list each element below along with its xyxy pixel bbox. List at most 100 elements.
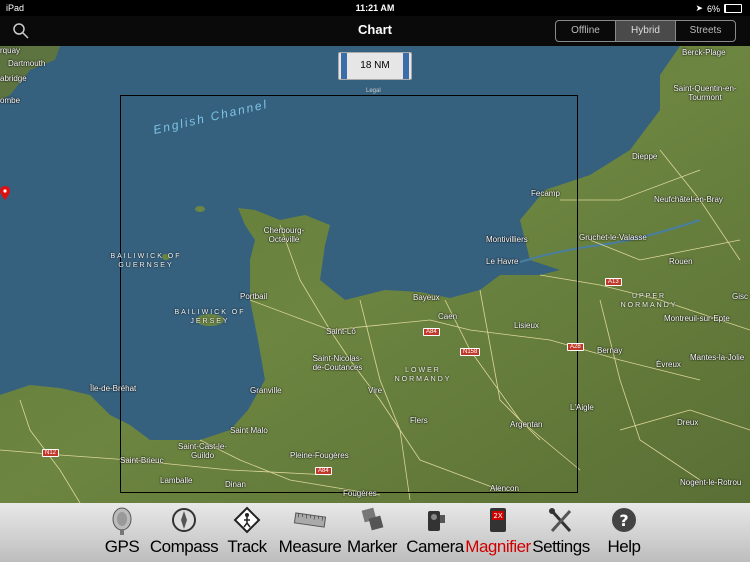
- place-label: Saint Malo: [230, 426, 268, 435]
- status-bar: iPad 11:21 AM ➤ 6%: [0, 0, 750, 16]
- place-label: Montreuil-sur-Epte: [664, 314, 730, 323]
- gps-button[interactable]: GPS: [104, 503, 140, 562]
- place-label: Fecamp: [531, 189, 560, 198]
- place-label: Nogent-le-Rotrou: [680, 478, 742, 487]
- place-label: Île-de-Bréhat: [90, 384, 137, 393]
- gps-label: GPS: [104, 537, 140, 556]
- place-label: ombe: [0, 96, 21, 105]
- place-label: Portbail: [240, 292, 268, 301]
- road-shield: N12: [42, 449, 60, 457]
- place-label: Alencon: [490, 484, 519, 493]
- region-upper-normandy: UPPER NORMANDY: [620, 293, 678, 309]
- region-label: LOWER NORMANDY: [388, 366, 458, 384]
- road-shield: A84: [315, 467, 332, 475]
- place-label: Fougères: [343, 489, 377, 498]
- place-label: Gruchet-le-Valasse: [579, 233, 647, 242]
- place-label: Cherbourg-Octeville: [263, 226, 305, 244]
- camera-label: Camera: [406, 537, 464, 556]
- status-time: 11:21 AM: [355, 3, 395, 13]
- help-button[interactable]: ? Help: [604, 503, 644, 562]
- place-label: abridge: [0, 74, 27, 83]
- place-label: rquay: [0, 46, 21, 55]
- place-label: Bernay: [597, 346, 623, 355]
- measure-button[interactable]: Measure: [278, 503, 342, 562]
- battery-icon: [724, 4, 742, 13]
- track-button[interactable]: Track: [226, 503, 268, 562]
- legal-link[interactable]: Legal: [366, 88, 381, 94]
- marker-label: Marker: [347, 537, 397, 556]
- place-label: Saint-Cast-le-Guildo: [178, 442, 227, 460]
- compass-button[interactable]: Compass: [149, 503, 219, 562]
- road-shield: A28: [567, 343, 584, 351]
- place-label: Montivilliers: [486, 235, 528, 244]
- magnifier-button[interactable]: 2X Magnifier: [465, 503, 531, 562]
- help-icon: ?: [612, 508, 636, 532]
- place-label: Dieppe: [632, 152, 658, 161]
- place-label: Flers: [410, 416, 428, 425]
- place-label: Vire: [368, 386, 383, 395]
- region-guernsey: BAILIWICK OF GUERNSEY: [110, 253, 182, 269]
- place-label: Lamballe: [160, 476, 193, 485]
- place-label: Le Havre: [486, 257, 519, 266]
- track-label: Track: [227, 537, 267, 556]
- chart-frame: [120, 95, 578, 493]
- measure-label: Measure: [278, 537, 342, 556]
- magnifier-label: Magnifier: [465, 537, 531, 556]
- place-label: Bayeux: [413, 293, 440, 302]
- place-label: Argentan: [510, 420, 543, 429]
- place-label: Saint-Quentin-en-Tourmont: [673, 84, 737, 102]
- compass-icon: [172, 508, 196, 532]
- road-shield: A84: [423, 328, 440, 336]
- svg-text:?: ?: [619, 511, 628, 530]
- status-right: ➤ 6%: [695, 3, 742, 14]
- track-walker-icon: [233, 506, 261, 534]
- camera-button[interactable]: Camera: [406, 503, 464, 562]
- place-label: Dinan: [225, 480, 246, 489]
- compass-label: Compass: [149, 537, 219, 556]
- segment-hybrid[interactable]: Hybrid: [616, 21, 676, 41]
- place-label: Granville: [250, 386, 282, 395]
- place-label: Mantes-la-Jolie: [690, 353, 745, 362]
- camera-icon: [428, 511, 445, 531]
- segment-streets[interactable]: Streets: [676, 21, 735, 41]
- place-label: Berck-Plage: [682, 48, 726, 57]
- place-label: Dartmouth: [8, 59, 46, 68]
- marker-icon: [361, 507, 384, 531]
- place-label: Dreux: [677, 418, 699, 427]
- region-label: UPPER NORMANDY: [614, 292, 684, 310]
- battery-percent: 6%: [706, 3, 720, 14]
- settings-tools-icon: [549, 508, 572, 533]
- scale-label: 18 NM: [360, 60, 390, 71]
- settings-label: Settings: [532, 537, 590, 556]
- gps-satellite-dish-icon: [112, 507, 132, 535]
- road-shield: N158: [460, 348, 481, 356]
- place-label: Gisc: [732, 292, 748, 301]
- place-label: Saint-Lô: [326, 327, 356, 336]
- marker-button[interactable]: Marker: [346, 503, 398, 562]
- place-label: Rouen: [669, 257, 693, 266]
- region-lower-normandy: LOWER NORMANDY: [394, 367, 452, 383]
- segment-offline[interactable]: Offline: [556, 21, 616, 41]
- region-label: BAILIWICK OF GUERNSEY: [106, 252, 186, 270]
- place-label: Évreux: [656, 360, 681, 369]
- magnifier-2x-icon: 2X: [490, 508, 506, 532]
- map-pin-icon[interactable]: [0, 186, 10, 200]
- nav-bar: Chart Offline Hybrid Streets: [0, 16, 750, 46]
- place-label: Pleine-Fougères: [290, 451, 349, 460]
- scale-right-marker: [403, 53, 409, 79]
- place-label: Neufchâtel-en-Bray: [654, 195, 723, 204]
- place-label: Caen: [438, 312, 458, 321]
- svg-text:2X: 2X: [493, 512, 502, 520]
- place-label: Saint-Brieuc: [120, 456, 164, 465]
- location-icon: ➤: [695, 3, 703, 13]
- map-view[interactable]: 18 NM Legal English Channel rquay Dartmo…: [0, 46, 750, 503]
- settings-button[interactable]: Settings: [530, 503, 592, 562]
- place-label: L'Aigle: [570, 403, 594, 412]
- help-label: Help: [607, 537, 641, 556]
- region-jersey: BAILIWICK OF JERSEY: [174, 309, 246, 325]
- place-label: Saint-Nicolas-de-Coutances: [312, 354, 363, 372]
- ruler-icon: [293, 512, 327, 528]
- bottom-toolbar: GPS Compass Track Measure Marker Camera …: [0, 503, 750, 562]
- map-type-segmented-control: Offline Hybrid Streets: [555, 20, 736, 42]
- place-label: Lisieux: [514, 321, 539, 330]
